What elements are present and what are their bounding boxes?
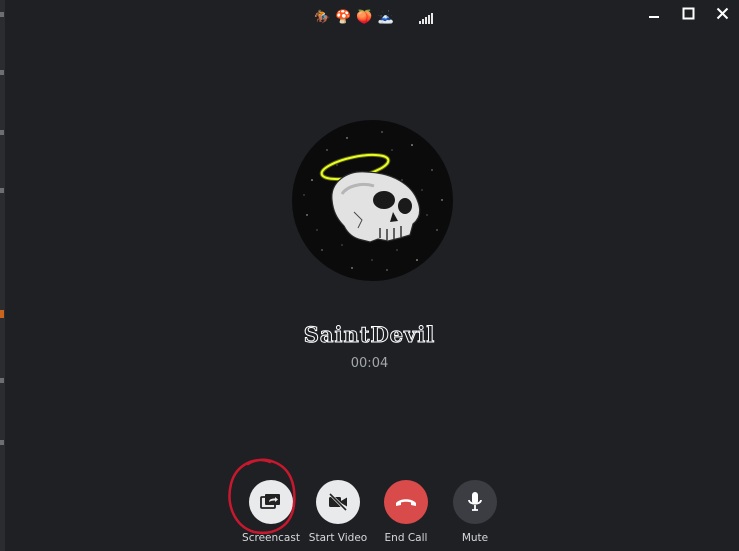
- microphone-icon: [468, 492, 482, 511]
- mute-label: Mute: [461, 532, 489, 544]
- close-button[interactable]: [705, 4, 739, 22]
- background-window-edge: [0, 0, 5, 551]
- maximize-icon: [682, 7, 694, 19]
- minimize-icon: [649, 16, 659, 18]
- minimize-button[interactable]: [637, 4, 671, 22]
- start-video-circle[interactable]: [316, 480, 360, 524]
- edge-mark: [0, 440, 4, 445]
- mute-circle[interactable]: [453, 480, 497, 524]
- end-call-button[interactable]: End Call: [366, 480, 446, 544]
- peach-icon: 🍑: [356, 10, 373, 25]
- screencast-label: Screencast: [242, 532, 300, 544]
- screencast-icon: [260, 494, 280, 509]
- close-icon: [716, 7, 728, 19]
- phone-hangup-icon: [396, 499, 416, 506]
- edge-mark: [0, 188, 4, 193]
- edge-mark: [0, 378, 4, 383]
- mushroom-icon: 🍄: [335, 10, 352, 25]
- window-controls: [637, 4, 739, 22]
- caller-name: SaintDevil: [303, 322, 436, 348]
- top-status-icons: 🏇 🍄 🍑 🗻: [314, 8, 433, 28]
- end-call-circle[interactable]: [384, 480, 428, 524]
- caller-avatar: [292, 120, 453, 281]
- edge-mark: [0, 310, 4, 318]
- edge-mark: [0, 12, 4, 17]
- edge-mark: [0, 130, 4, 135]
- end-call-label: End Call: [384, 532, 428, 544]
- edge-mark: [0, 70, 4, 75]
- call-controls: Screencast Start Video End Call Mute: [0, 480, 739, 550]
- maximize-button[interactable]: [671, 4, 705, 22]
- start-video-label: Start Video: [308, 532, 368, 544]
- screencast-circle[interactable]: [249, 480, 293, 524]
- call-duration: 00:04: [350, 356, 389, 371]
- mute-button[interactable]: Mute: [435, 480, 515, 544]
- mountain-icon: 🗻: [377, 10, 394, 25]
- video-off-icon: [328, 493, 348, 511]
- horse-racing-icon: 🏇: [314, 10, 331, 25]
- signal-strength-icon: [418, 12, 433, 24]
